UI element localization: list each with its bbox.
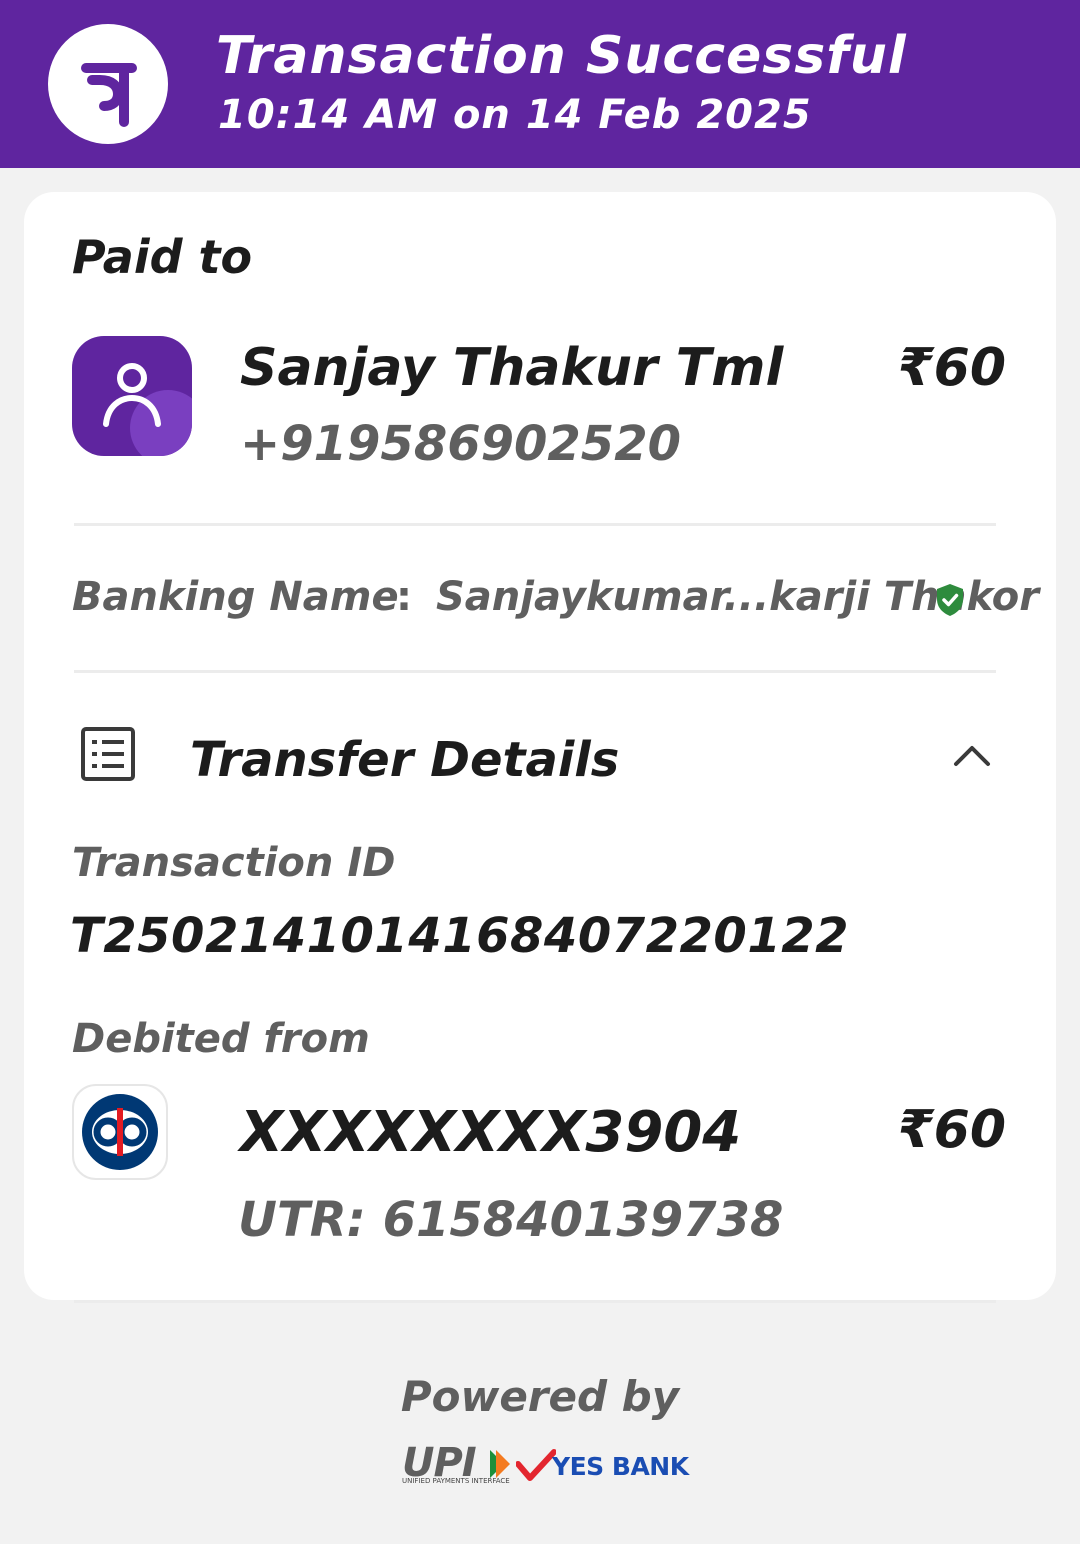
kotak-bank-logo-icon	[72, 1084, 168, 1180]
account-number: XXXXXXXX3904	[240, 1100, 742, 1165]
chevron-up-icon[interactable]	[950, 738, 994, 770]
divider	[74, 523, 996, 526]
verified-shield-icon	[934, 582, 966, 618]
yes-bank-check-icon	[515, 1448, 557, 1486]
banking-name-separator: :	[396, 574, 412, 620]
payee-name: Sanjay Thakur Tml	[240, 338, 784, 398]
utr-number[interactable]: UTR: 615840139738	[238, 1192, 783, 1248]
powered-by-label: Powered by	[400, 1372, 680, 1421]
divider	[74, 1300, 996, 1303]
debited-amount: ₹60	[897, 1100, 1006, 1160]
yes-bank-logo-text: YES BANK	[552, 1452, 689, 1481]
paid-amount: ₹60	[897, 338, 1006, 398]
transaction-timestamp: 10:14 AM on 14 Feb 2025	[218, 92, 812, 138]
header-bar: Transaction Successful 10:14 AM on 14 Fe…	[0, 0, 1080, 168]
receipt-list-icon	[80, 726, 136, 782]
transaction-id-value[interactable]: T2502141014168407220122	[70, 908, 849, 964]
upi-arrow-icon	[488, 1448, 512, 1484]
transaction-id-label: Transaction ID	[72, 840, 396, 886]
payee-phone: +919586902520	[240, 416, 681, 472]
user-avatar-icon	[72, 336, 192, 456]
transfer-details-title[interactable]: Transfer Details	[190, 732, 619, 788]
paid-to-label: Paid to	[72, 230, 253, 284]
debited-from-label: Debited from	[72, 1016, 370, 1062]
phonepe-logo-icon	[48, 24, 168, 144]
transaction-status-title: Transaction Successful	[216, 26, 907, 86]
divider	[74, 670, 996, 673]
banking-name-label: Banking Name	[72, 574, 399, 620]
